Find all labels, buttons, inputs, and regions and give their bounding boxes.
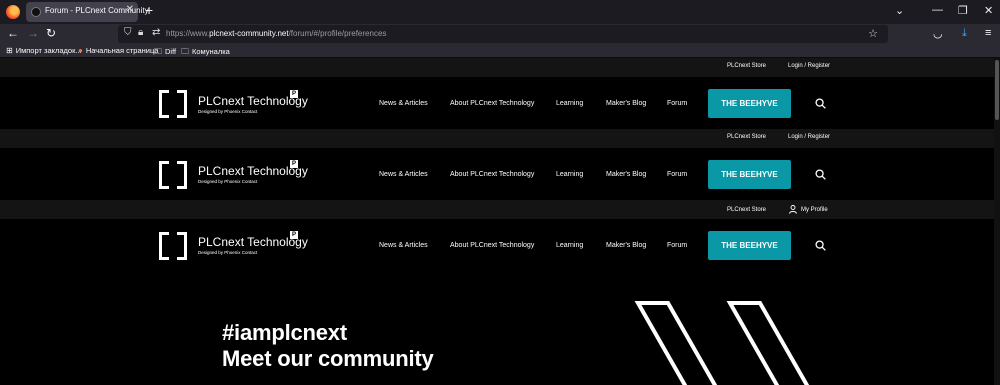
nav-news-articles[interactable]: News & Articles	[379, 100, 428, 107]
bookmarks-toolbar: ⊞ Импорт закладок... ● Начальная страница …	[0, 44, 1000, 58]
logo-badge: P	[290, 160, 298, 168]
page-scrollbar[interactable]	[994, 58, 1000, 385]
tab-favicon-icon	[31, 7, 41, 17]
beehyve-button[interactable]: THE BEEHYVE	[708, 160, 791, 189]
plcnext-logo-icon[interactable]	[159, 232, 187, 260]
browser-tab-bar: Forum - PLCnext Community ✕ + ⌄ — ❐ ✕	[0, 0, 1000, 24]
import-icon: ⊞	[6, 46, 13, 55]
beehyve-button[interactable]: THE BEEHYVE	[708, 89, 791, 118]
search-icon[interactable]	[815, 240, 826, 251]
plcnext-logo-icon[interactable]	[159, 161, 187, 189]
my-profile-link[interactable]: My Profile	[801, 207, 828, 213]
logo-badge: P	[290, 90, 298, 98]
site-header: PLCnext Technology P Designed by Phoenix…	[0, 77, 994, 129]
login-link[interactable]: Login / Register	[788, 63, 830, 69]
list-tabs-icon[interactable]: ⌄	[895, 4, 904, 17]
nav-makers-blog[interactable]: Maker's Blog	[606, 171, 646, 178]
site-header: PLCnext Technology P Designed by Phoenix…	[0, 148, 994, 200]
store-link[interactable]: PLCnext Store	[727, 134, 766, 140]
nav-forum[interactable]: Forum	[667, 242, 687, 249]
nav-learning[interactable]: Learning	[556, 171, 583, 178]
nav-about[interactable]: About PLCnext Technology	[450, 242, 534, 249]
url-bar[interactable]: ⛉ 🔒︎ ⇄ https://www.plcnext-community.net…	[118, 25, 888, 43]
search-icon[interactable]	[815, 169, 826, 180]
nav-makers-blog[interactable]: Maker's Blog	[606, 100, 646, 107]
nav-news-articles[interactable]: News & Articles	[379, 242, 428, 249]
plcnext-logo-icon[interactable]	[159, 90, 187, 118]
logo-badge: P	[290, 231, 298, 239]
tab-close-icon[interactable]: ✕	[126, 4, 134, 15]
utility-bar: PLCnext Store My Profile	[0, 200, 994, 219]
user-icon[interactable]	[789, 205, 797, 214]
bookmark-start-page[interactable]: ● Начальная страница	[78, 46, 158, 55]
nav-learning[interactable]: Learning	[556, 242, 583, 249]
pocket-icon[interactable]: ◡	[933, 27, 943, 40]
nav-about[interactable]: About PLCnext Technology	[450, 100, 534, 107]
search-icon[interactable]	[815, 98, 826, 109]
store-link[interactable]: PLCnext Store	[727, 207, 766, 213]
nav-learning[interactable]: Learning	[556, 100, 583, 107]
reload-icon[interactable]: ↻	[46, 26, 56, 40]
browser-tab-active[interactable]: Forum - PLCnext Community ✕	[26, 2, 149, 22]
back-icon[interactable]: ←	[7, 26, 19, 40]
bookmark-import[interactable]: ⊞ Импорт закладок...	[6, 46, 82, 55]
downloads-icon[interactable]: ⤓	[962, 27, 967, 40]
firefox-logo-icon	[6, 5, 20, 19]
login-link[interactable]: Login / Register	[788, 134, 830, 140]
forward-icon[interactable]: →	[27, 26, 39, 40]
hero-hashtag: #iamplcnext	[222, 320, 347, 345]
logo-subtitle: Designed by Phoenix Contact	[198, 250, 258, 255]
nav-about[interactable]: About PLCnext Technology	[450, 171, 534, 178]
nav-makers-blog[interactable]: Maker's Blog	[606, 242, 646, 249]
shield-icon[interactable]: ⛉	[124, 27, 132, 38]
url-text[interactable]: https://www.plcnext-community.net/forum/…	[166, 29, 386, 38]
close-window-icon[interactable]: ✕	[984, 4, 993, 17]
permissions-icon[interactable]: ⇄	[152, 27, 160, 38]
logo-subtitle: Designed by Phoenix Contact	[198, 109, 258, 114]
bookmark-label: Diff	[165, 47, 177, 56]
beehyve-button[interactable]: THE BEEHYVE	[708, 231, 791, 260]
bookmark-star-icon[interactable]: ☆	[868, 27, 878, 40]
restore-icon[interactable]: ❐	[958, 4, 968, 17]
nav-forum[interactable]: Forum	[667, 171, 687, 178]
logo-subtitle: Designed by Phoenix Contact	[198, 179, 258, 184]
bookmark-label: Комуналка	[192, 47, 230, 56]
new-tab-button[interactable]: +	[145, 2, 153, 18]
scrollbar-thumb[interactable]	[995, 60, 999, 120]
store-link[interactable]: PLCnext Store	[727, 63, 766, 69]
firefox-small-icon: ●	[78, 46, 83, 55]
utility-bar: PLCnext Store Login / Register	[0, 129, 994, 148]
hero-headline: Meet our community	[222, 346, 434, 371]
bookmark-label: Начальная страница	[85, 46, 159, 55]
site-header: PLCnext Technology P Designed by Phoenix…	[0, 219, 994, 271]
nav-news-articles[interactable]: News & Articles	[379, 171, 428, 178]
hero-stripes-graphic	[634, 301, 810, 385]
lock-icon[interactable]: 🔒︎	[138, 27, 143, 38]
menu-hamburger-icon[interactable]: ≡	[985, 27, 991, 39]
browser-nav-bar: ← → ↻ ⛉ 🔒︎ ⇄ https://www.plcnext-communi…	[0, 24, 1000, 44]
bookmark-label: Импорт закладок...	[15, 46, 82, 55]
minimize-icon[interactable]: —	[932, 4, 943, 16]
utility-bar: PLCnext Store Login / Register	[0, 58, 994, 77]
nav-forum[interactable]: Forum	[667, 100, 687, 107]
